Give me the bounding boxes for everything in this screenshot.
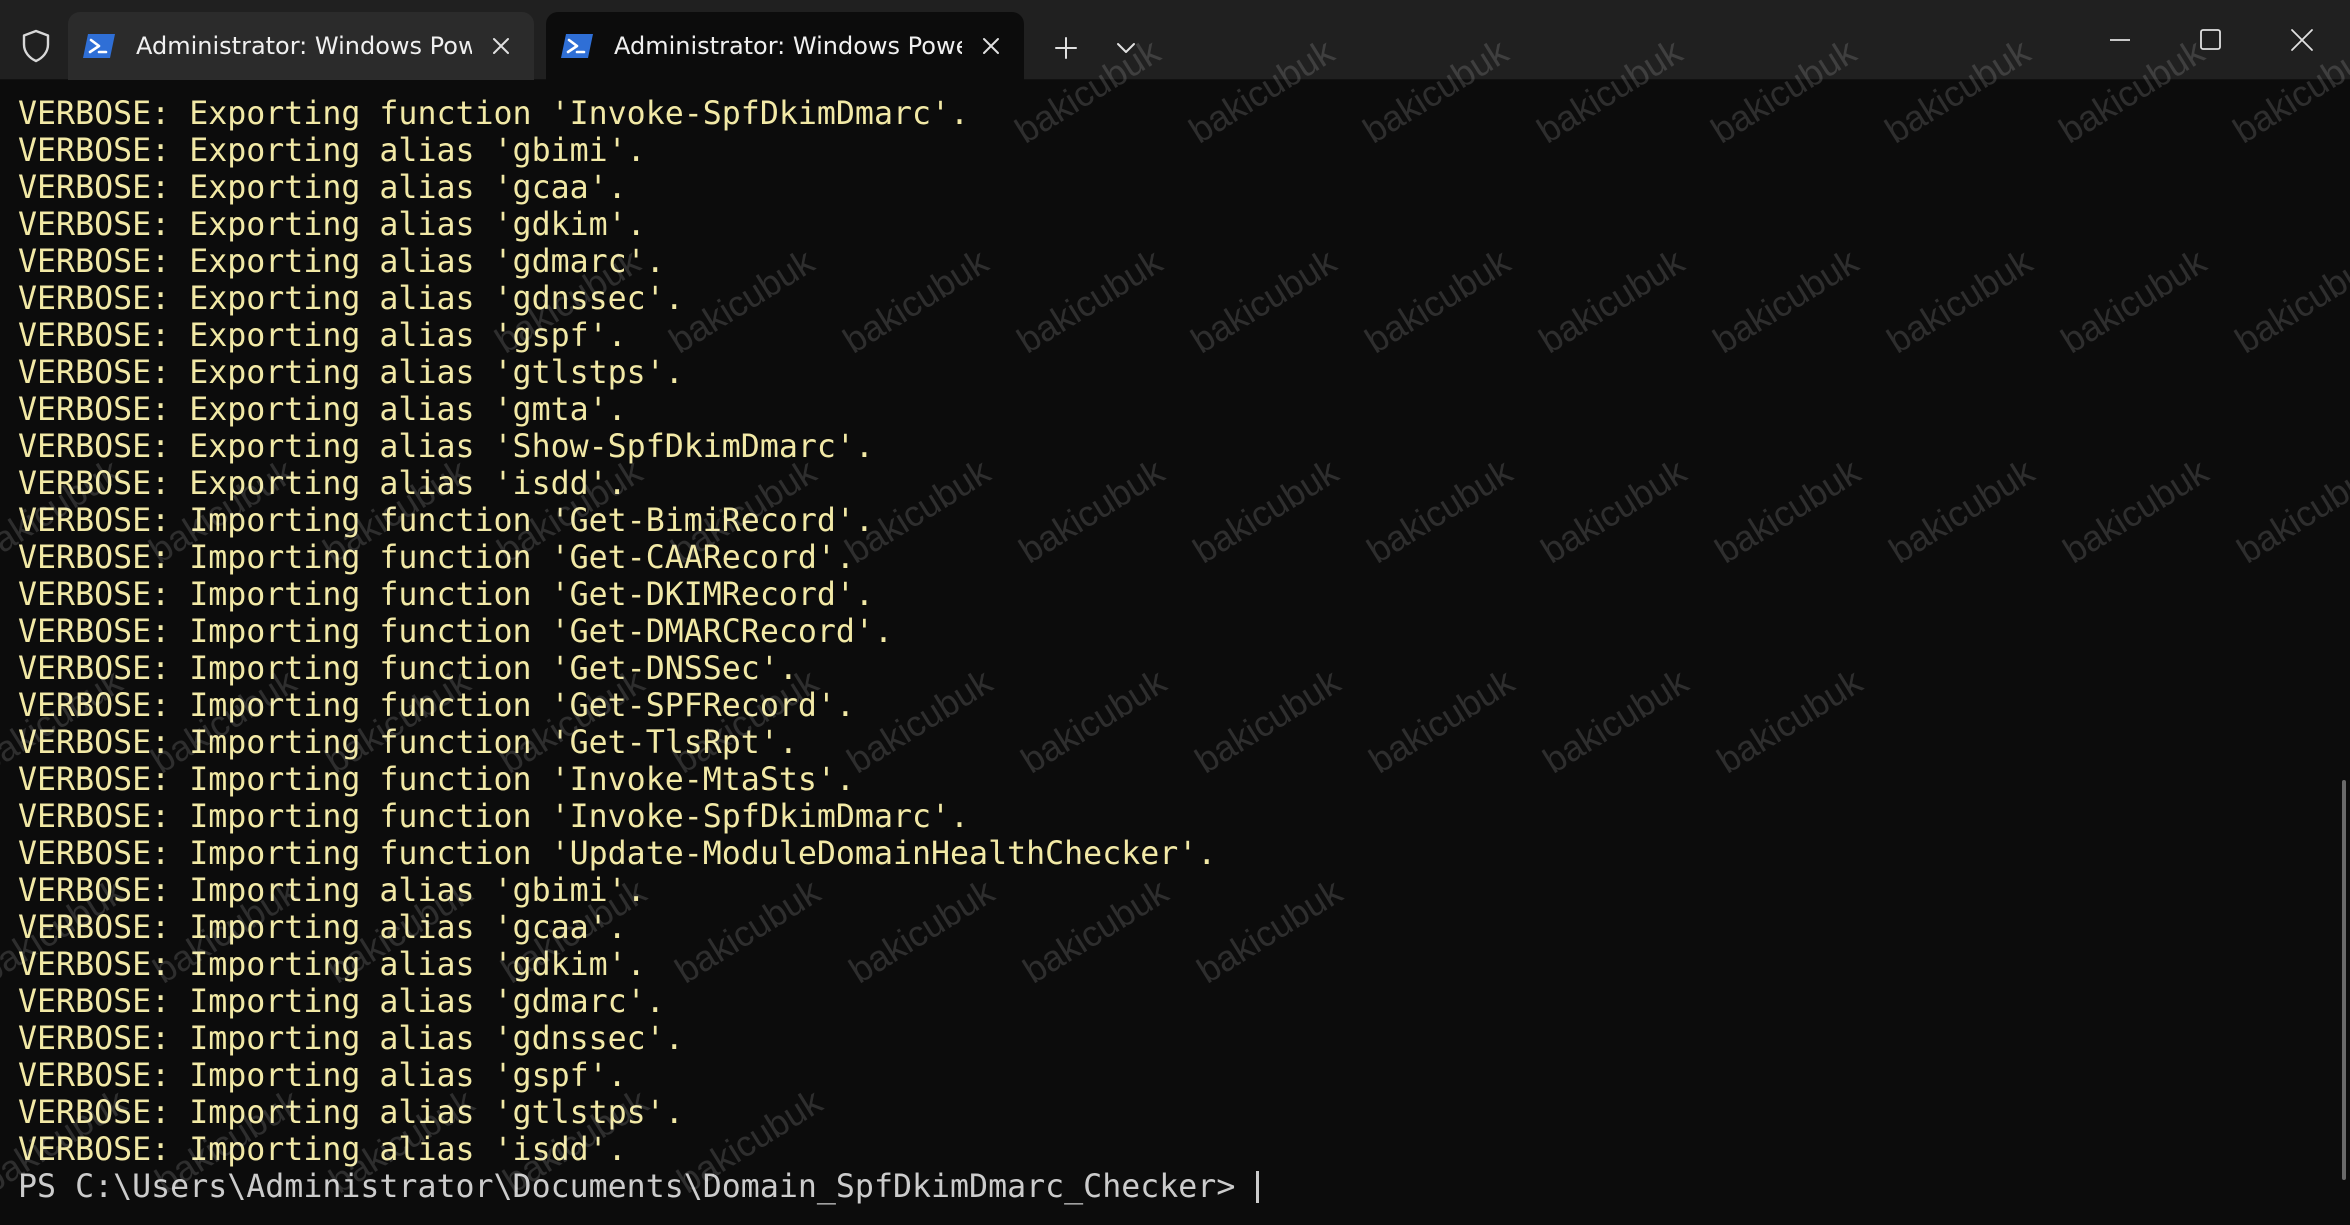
output-line: VERBOSE: Exporting function 'Invoke-SpfD…	[18, 96, 970, 132]
output-lines: VERBOSE: Exporting function 'Invoke-SpfD…	[18, 96, 1260, 1206]
tab-powershell-2[interactable]: Administrator: Windows PowerShell	[546, 12, 1024, 80]
close-icon	[983, 38, 999, 54]
output-line: VERBOSE: Importing alias 'gdnssec'.	[18, 1021, 684, 1057]
prompt-text: PS C:\Users\Administrator\Documents\Doma…	[18, 1169, 1255, 1205]
output-line: VERBOSE: Exporting alias 'gspf'.	[18, 318, 627, 354]
tab-title: Administrator: Windows PowerShell	[614, 32, 962, 60]
scrollbar[interactable]	[2342, 780, 2346, 1180]
output-line: VERBOSE: Exporting alias 'gdnssec'.	[18, 281, 684, 317]
output-line: VERBOSE: Exporting alias 'gtlstps'.	[18, 355, 684, 391]
output-line: VERBOSE: Importing alias 'isdd'.	[18, 1132, 627, 1168]
output-line: VERBOSE: Importing alias 'gcaa'.	[18, 910, 627, 946]
output-line: VERBOSE: Importing function 'Get-SPFReco…	[18, 688, 855, 724]
output-line: VERBOSE: Exporting alias 'gdmarc'.	[18, 244, 665, 280]
close-icon[interactable]	[2278, 18, 2326, 62]
command-prompt[interactable]: PS C:\Users\Administrator\Documents\Doma…	[18, 1169, 1260, 1206]
output-line: VERBOSE: Importing function 'Get-TlsRpt'…	[18, 725, 798, 761]
powershell-icon	[561, 34, 593, 58]
tab-title: Administrator: Windows PowerShell	[136, 32, 472, 60]
output-line: VERBOSE: Importing alias 'gtlstps'.	[18, 1095, 684, 1131]
maximize-icon[interactable]	[2186, 18, 2234, 62]
terminal-output[interactable]: VERBOSE: Exporting function 'Invoke-SpfD…	[0, 80, 2350, 1225]
output-line: VERBOSE: Exporting alias 'isdd'.	[18, 466, 627, 502]
shield-icon	[22, 29, 50, 63]
output-line: VERBOSE: Exporting alias 'gdkim'.	[18, 207, 646, 243]
tab-close-button[interactable]	[484, 29, 518, 63]
output-line: VERBOSE: Exporting alias 'gbimi'.	[18, 133, 646, 169]
output-line: VERBOSE: Exporting alias 'gmta'.	[18, 392, 627, 428]
output-line: VERBOSE: Importing function 'Get-DMARCRe…	[18, 614, 893, 650]
new-tab-plus-icon[interactable]	[1046, 28, 1086, 68]
output-line: VERBOSE: Importing alias 'gdmarc'.	[18, 984, 665, 1020]
output-line: VERBOSE: Importing function 'Get-DNSSec'…	[18, 651, 798, 687]
output-line: VERBOSE: Importing function 'Invoke-MtaS…	[18, 762, 855, 798]
minimize-icon[interactable]	[2096, 18, 2144, 62]
output-line: VERBOSE: Importing function 'Get-BimiRec…	[18, 503, 874, 539]
output-line: VERBOSE: Importing function 'Get-DKIMRec…	[18, 577, 874, 613]
output-line: VERBOSE: Exporting alias 'Show-SpfDkimDm…	[18, 429, 874, 465]
output-line: VERBOSE: Importing alias 'gdkim'.	[18, 947, 646, 983]
text-cursor	[1256, 1171, 1260, 1203]
title-bar: Administrator: Windows PowerShell Admini…	[0, 0, 2350, 80]
powershell-icon	[83, 34, 115, 58]
tab-close-button[interactable]	[974, 29, 1008, 63]
output-line: VERBOSE: Importing alias 'gbimi'.	[18, 873, 646, 909]
output-line: VERBOSE: Importing alias 'gspf'.	[18, 1058, 627, 1094]
chevron-down-icon[interactable]	[1108, 30, 1144, 66]
close-icon	[493, 38, 509, 54]
output-line: VERBOSE: Importing function 'Invoke-SpfD…	[18, 799, 970, 835]
tab-powershell-1[interactable]: Administrator: Windows PowerShell	[68, 12, 534, 80]
output-line: VERBOSE: Importing function 'Get-CAAReco…	[18, 540, 855, 576]
output-line: VERBOSE: Exporting alias 'gcaa'.	[18, 170, 627, 206]
output-line: VERBOSE: Importing function 'Update-Modu…	[18, 836, 1217, 872]
